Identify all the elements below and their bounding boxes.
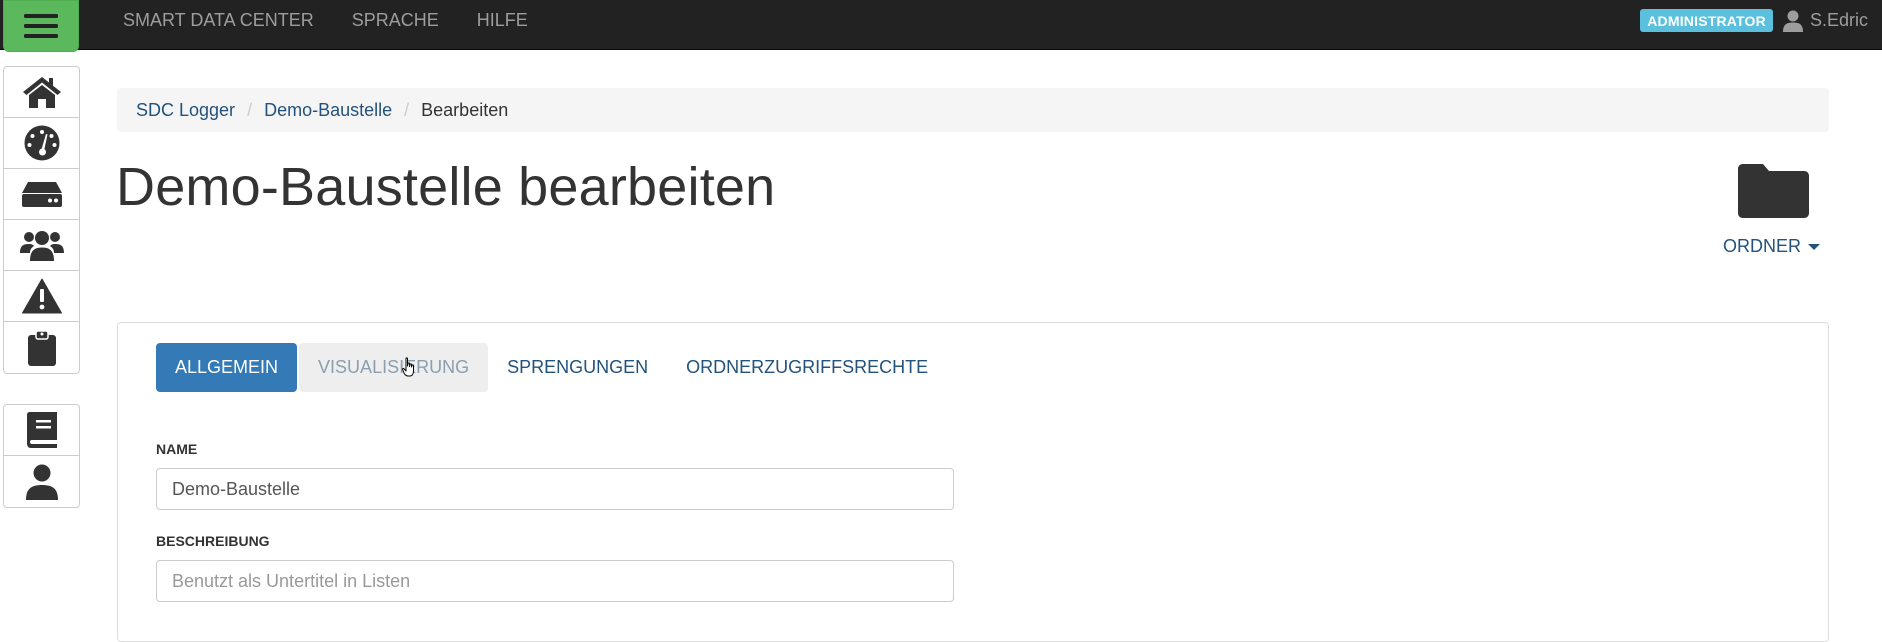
hand-cursor-icon: [402, 357, 415, 377]
user-menu[interactable]: S.Edric: [1782, 10, 1868, 32]
edit-panel: ALLGEMEIN VISUALISIERUNG SPRENGUNGEN ORD…: [117, 322, 1829, 642]
tab-bar: ALLGEMEIN VISUALISIERUNG SPRENGUNGEN ORD…: [156, 343, 947, 392]
hard-drive-icon: [21, 182, 62, 207]
sidebar-item-profile[interactable]: [4, 456, 79, 507]
tab-allgemein[interactable]: ALLGEMEIN: [156, 343, 298, 392]
nav-link-hilfe[interactable]: HILFE: [458, 10, 547, 31]
breadcrumb-demo-baustelle[interactable]: Demo-Baustelle: [264, 100, 392, 121]
nav-link-smart-data-center[interactable]: SMART DATA CENTER: [104, 10, 333, 31]
name-input[interactable]: [156, 468, 954, 510]
clipboard-icon: [27, 329, 56, 366]
breadcrumb-separator: /: [404, 99, 410, 120]
breadcrumb: SDC Logger / Demo-Baustelle / Bearbeiten: [117, 88, 1829, 132]
folder-dropdown[interactable]: ORDNER: [1723, 236, 1821, 257]
sidebar-item-alerts[interactable]: [4, 271, 79, 322]
sidebar-item-home[interactable]: [4, 67, 79, 118]
book-icon: [26, 412, 57, 448]
breadcrumb-sdc-logger[interactable]: SDC Logger: [136, 100, 235, 121]
top-navbar: SMART DATA CENTER SPRACHE HILFE ADMINIST…: [0, 0, 1882, 52]
sidebar-item-users[interactable]: [4, 220, 79, 271]
nav-link-sprache[interactable]: SPRACHE: [333, 10, 458, 31]
page-title: Demo-Baustelle bearbeiten: [116, 157, 776, 217]
caret-down-icon: [1808, 243, 1821, 250]
name-label: NAME: [156, 441, 198, 457]
sidebar-secondary: [3, 404, 80, 508]
nav-links: SMART DATA CENTER SPRACHE HILFE: [104, 0, 547, 41]
sidebar-primary: [3, 66, 80, 374]
breadcrumb-separator: /: [247, 99, 253, 120]
user-name: S.Edric: [1809, 10, 1868, 30]
sidebar-item-docs[interactable]: [4, 405, 79, 456]
dashboard-icon: [24, 125, 59, 161]
sidebar-item-storage[interactable]: [4, 169, 79, 220]
users-icon: [19, 231, 64, 261]
breadcrumb-current: Bearbeiten: [421, 99, 509, 120]
tab-ordnerzugriffsrechte[interactable]: ORDNERZUGRIFFSRECHTE: [667, 343, 947, 392]
tab-sprengungen[interactable]: SPRENGUNGEN: [488, 343, 667, 392]
role-badge: ADMINISTRATOR: [1640, 9, 1773, 32]
folder-dropdown-label: ORDNER: [1723, 236, 1802, 256]
menu-toggle-button[interactable]: [3, 0, 79, 52]
sidebar-item-reports[interactable]: [4, 322, 79, 373]
tab-visualisierung[interactable]: VISUALISIERUNG: [299, 343, 489, 392]
home-icon: [22, 77, 61, 108]
user-icon: [25, 464, 58, 500]
folder-icon: [1738, 164, 1809, 218]
tab-visualisierung-label: VISUALISIERUNG: [318, 357, 470, 377]
description-label: BESCHREIBUNG: [156, 533, 270, 549]
hamburger-icon: [24, 14, 58, 38]
description-input[interactable]: [156, 560, 954, 602]
nav-user-area: ADMINISTRATOR S.Edric: [1640, 0, 1868, 41]
user-icon: [1782, 10, 1803, 32]
sidebar-item-dashboard[interactable]: [4, 118, 79, 169]
warning-icon: [21, 278, 62, 314]
